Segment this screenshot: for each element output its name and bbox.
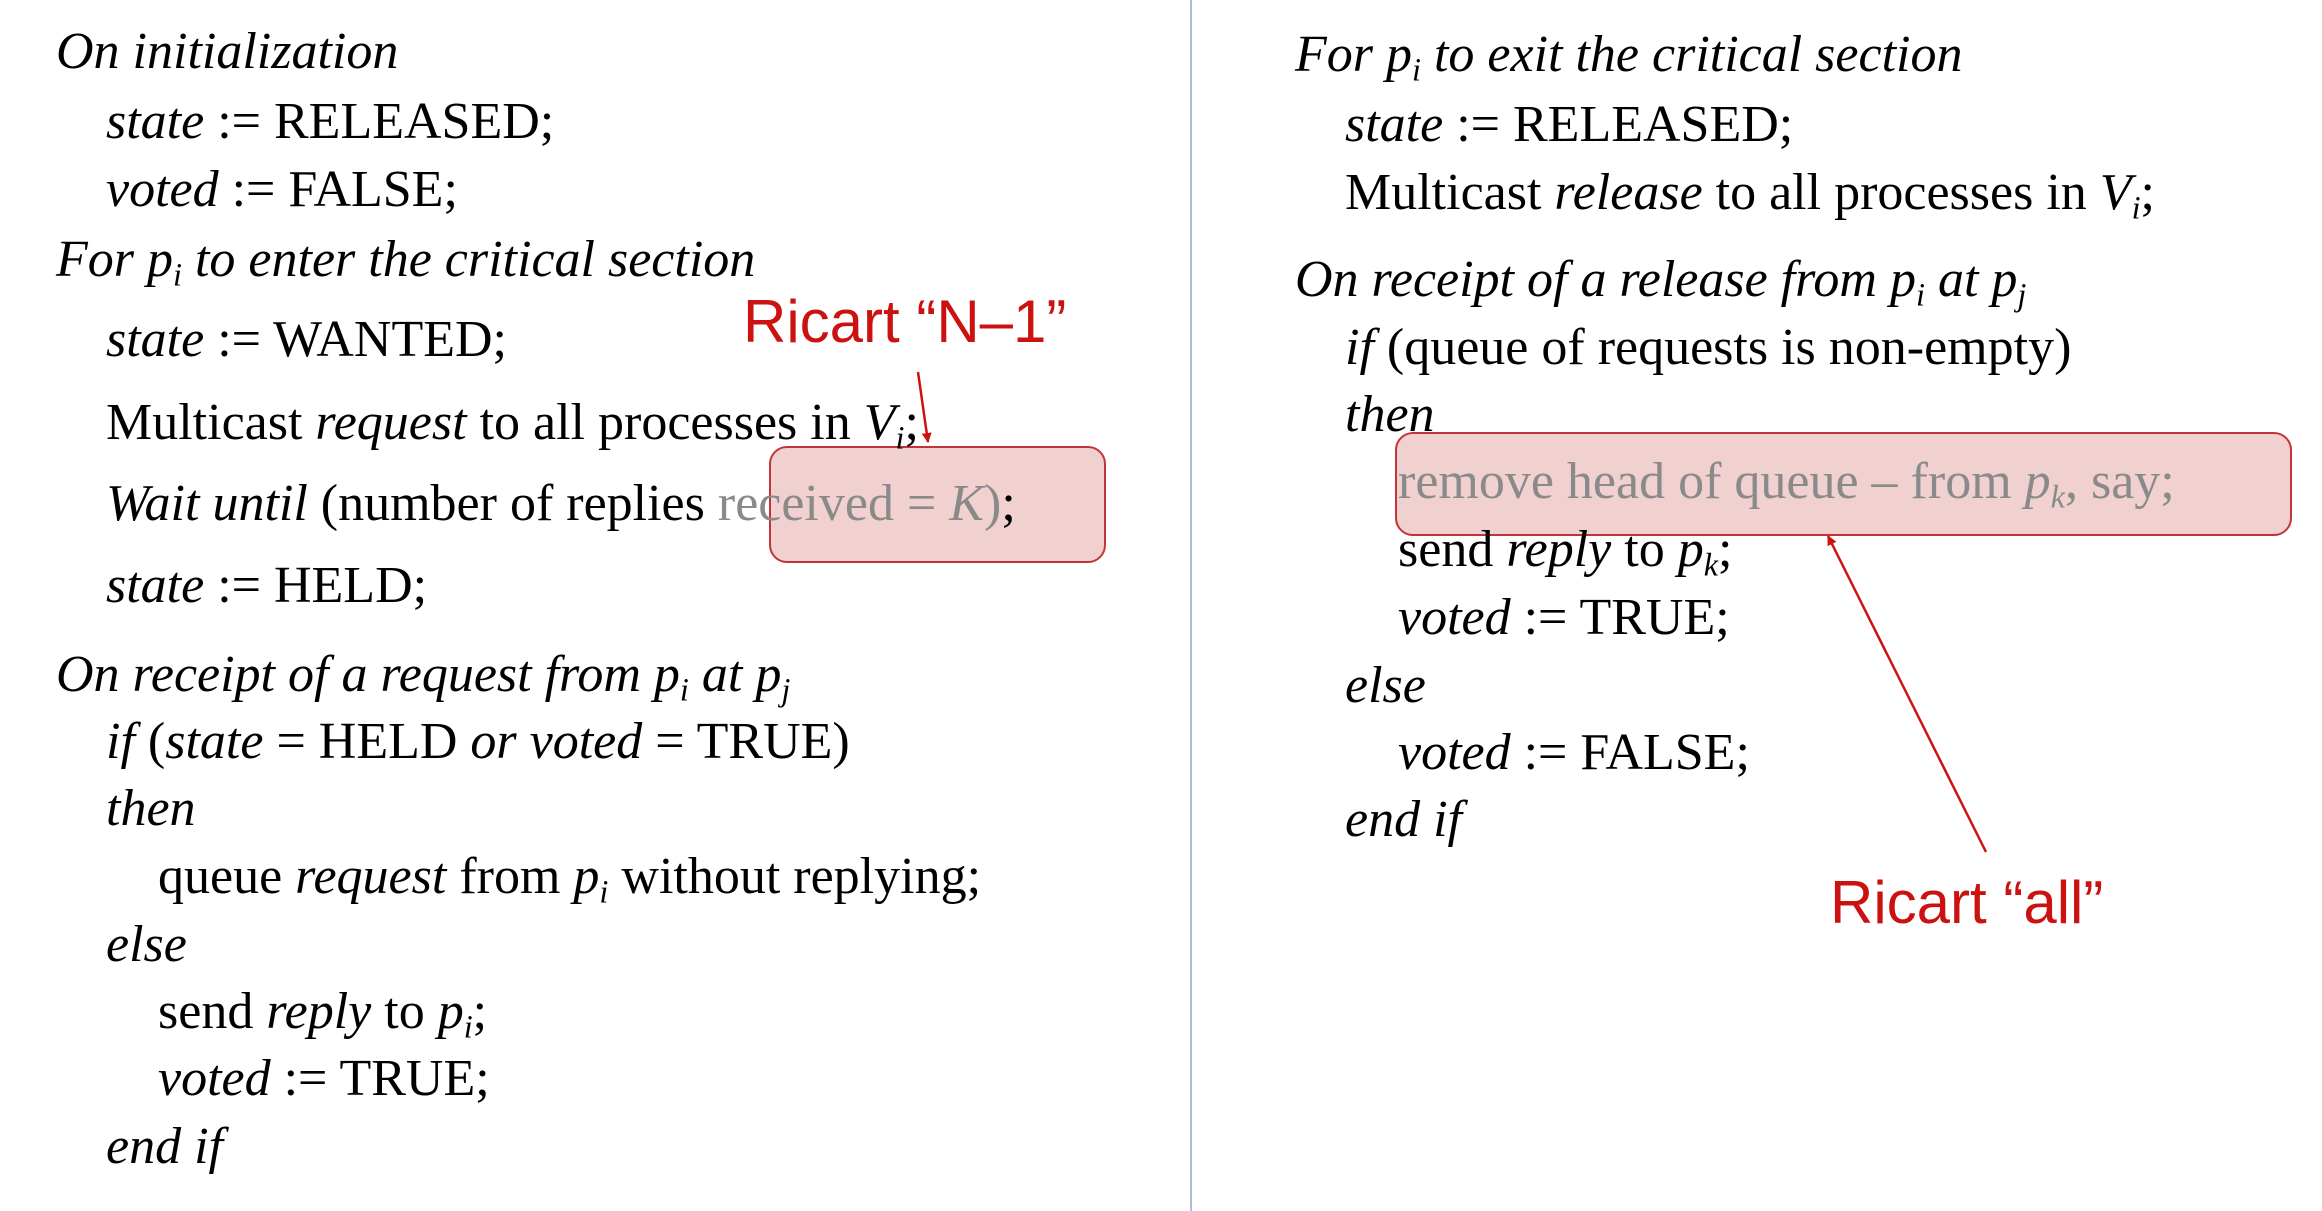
arrow-all [1826,535,1988,853]
annotation-arrows [916,371,1988,853]
arrow-n-minus-1 [916,371,932,443]
